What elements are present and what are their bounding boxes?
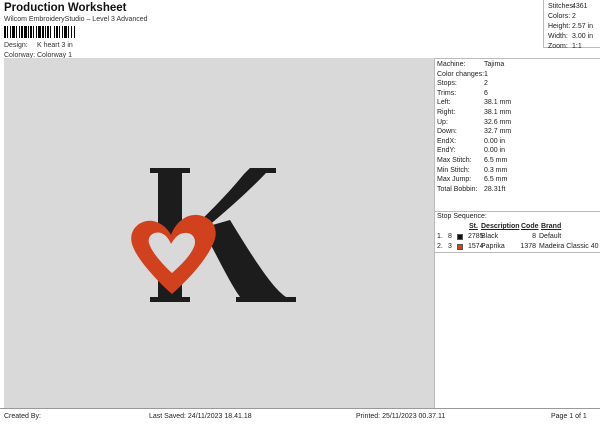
stat-value: 2.57 in [572, 23, 594, 30]
panel-divider [435, 58, 600, 59]
color-swatch [457, 243, 463, 250]
stat-row: Stitches: 4361 [548, 2, 600, 12]
machine-info-label: Down: [437, 128, 457, 136]
stat-row: Zoom: 1:1 [548, 42, 600, 52]
design-stats: Stitches: 4361 Colors: 2 Height: 2.57 in Wi… [543, 0, 600, 50]
machine-info-value: 0.3 mm [484, 166, 508, 174]
machine-info-label: EndX: [437, 137, 457, 145]
sequence-brand: Default [539, 233, 562, 240]
machine-info-value: 32.6 mm [484, 118, 512, 126]
stat-row: Height: 2.57 in [548, 22, 600, 32]
machine-info-row: EndY: 0.00 in [437, 146, 505, 155]
stop-sequence-title: Stop Sequence: [437, 213, 487, 220]
machine-info-row: Right: 38.1 mm [437, 108, 511, 117]
sequence-index: 2. [437, 243, 443, 250]
stat-value: 2 [572, 13, 576, 20]
sequence-stop: 3 [448, 243, 452, 250]
machine-info-row: Down: 32.7 mm [437, 127, 511, 136]
design-value: K heart 3 in [37, 42, 73, 49]
machine-info-value: 0.00 in [484, 137, 506, 145]
machine-info-row: Total Bobbin: 28.31ft [437, 185, 505, 194]
sequence-brand: Madeira Classic 40 [539, 243, 599, 250]
last-saved: Last Saved: 24/11/2023 18.41.18 [149, 413, 252, 420]
machine-info-panel: Machine: Tajima Color changes: 1 Stops: 2 Trim… [434, 58, 600, 408]
machine-info-value: 0.00 in [484, 147, 506, 155]
machine-info-row: Trims: 6 [437, 89, 488, 98]
column-header-brand: Brand [541, 223, 562, 230]
column-header-code: Code [521, 223, 539, 230]
design-row: Design: K heart 3 in [4, 41, 73, 51]
machine-info-value: 2 [484, 80, 488, 88]
stat-value: 3.00 in [572, 33, 594, 40]
column-header-st: St. [469, 223, 478, 230]
machine-info-label: Stops: [437, 80, 457, 88]
sequence-code: 8 [532, 233, 536, 240]
stat-label: Zoom: [548, 43, 568, 50]
printed-date: Printed: 25/11/2023 00.37.11 [356, 413, 446, 420]
page-title: Production Worksheet [4, 2, 127, 14]
stat-label: Height: [548, 23, 571, 30]
stat-value: 1:1 [572, 43, 582, 50]
machine-info-label: Color changes: [437, 70, 485, 78]
design-preview [4, 58, 434, 408]
machine-info-label: Trims: [437, 89, 457, 97]
machine-info-row: Min Stitch: 0.3 mm [437, 166, 507, 175]
stat-label: Stitches: [548, 3, 575, 10]
machine-info-row: Left: 38.1 mm [437, 98, 511, 107]
stop-sequence-header: St. Description Code Brand [435, 222, 600, 231]
sequence-code: 1378 [520, 243, 536, 250]
machine-info-row: Stops: 2 [437, 79, 488, 88]
stop-sequence-row: 1. 8 2785 Black 8 Default [435, 232, 600, 241]
machine-info-label: Max Stitch: [437, 157, 472, 164]
machine-info-row: Max Jump: 6.5 mm [437, 175, 507, 184]
machine-info-row: EndX: 0.00 in [437, 137, 505, 146]
machine-info-value: 38.1 mm [484, 99, 512, 107]
machine-info-row: Max Stitch: 6.5 mm [437, 156, 507, 165]
machine-info-row: Color changes: 1 [437, 70, 488, 79]
machine-info-label: Max Jump: [437, 176, 472, 184]
stat-label: Colors: [548, 13, 571, 20]
panel-divider [435, 252, 600, 253]
stat-row: Colors: 2 [548, 12, 600, 22]
barcode [4, 26, 104, 38]
k-heart-embroidery-icon [131, 168, 296, 302]
machine-info-value: 32.7 mm [484, 128, 512, 136]
machine-info-row: Up: 32.6 mm [437, 118, 511, 127]
created-by: Created By: [4, 413, 41, 420]
machine-info-row: Machine: Tajima [437, 60, 504, 69]
color-swatch [457, 233, 463, 240]
design-label: Design: [4, 42, 28, 49]
machine-info-value: 1 [484, 70, 488, 78]
sequence-stop: 8 [448, 233, 452, 240]
footer: Created By: Last Saved: 24/11/2023 18.41… [0, 408, 600, 424]
machine-info-label: Total Bobbin: [437, 185, 478, 193]
machine-info-value: 6 [484, 89, 488, 97]
column-header-description: Description [481, 223, 520, 230]
machine-info-value: 38.1 mm [484, 109, 512, 116]
software-subtitle: Wilcom EmbroideryStudio – Level 3 Advanc… [4, 16, 148, 23]
machine-info-value: 28.31ft [484, 185, 506, 193]
machine-info-label: Up: [437, 118, 448, 126]
stat-label: Width: [548, 33, 568, 40]
machine-info-label: Right: [437, 109, 456, 116]
sequence-description: Paprika [481, 243, 505, 250]
page-number: Page 1 of 1 [551, 413, 587, 420]
stat-value: 4361 [572, 3, 588, 10]
stop-sequence-row: 2. 3 1574 Paprika 1378 Madeira Classic 40 [435, 242, 600, 251]
stat-row: Width: 3.00 in [548, 32, 600, 42]
machine-info-value: 6.5 mm [484, 176, 508, 184]
sequence-index: 1. [437, 233, 443, 240]
machine-info-label: EndY: [437, 147, 456, 155]
machine-info-value: 6.5 mm [484, 157, 508, 164]
machine-info-value: Tajima [484, 61, 505, 68]
machine-info-label: Min Stitch: [437, 166, 470, 174]
sequence-description: Black [481, 233, 499, 240]
machine-info-label: Left: [437, 99, 451, 107]
machine-info-label: Machine: [437, 61, 466, 68]
